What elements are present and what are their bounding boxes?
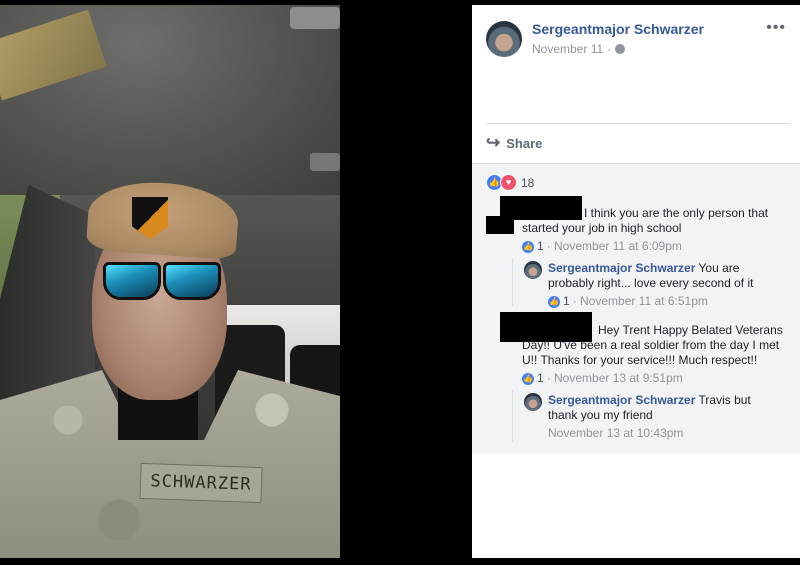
comment-text: I think you are the only person that sta… (522, 206, 769, 235)
comment-author[interactable]: Sergeantmajor Schwarzer (548, 393, 695, 407)
reaction-count: 18 (521, 175, 535, 190)
comment: I think you are the only person that sta… (522, 206, 792, 254)
rearview-mirror (290, 7, 340, 29)
post-photo[interactable]: SCHWARZER (0, 5, 340, 558)
post-date[interactable]: November 11 (532, 42, 603, 56)
love-reaction-icon: ♥ (500, 174, 517, 191)
right-lens (163, 262, 221, 300)
name-tape: SCHWARZER (139, 462, 263, 504)
like-icon: 👍 (522, 240, 534, 253)
comment-meta: 👍 1 · November 11 at 6:51pm (548, 294, 784, 309)
comment-text: Hey Trent Happy Belated Veterans Day!! U… (522, 323, 783, 367)
share-arrow-icon: ↪ (486, 133, 501, 152)
share-button[interactable]: ↪ Share (486, 133, 542, 153)
comment-meta: November 13 at 10:43pm (548, 426, 768, 441)
comments-section: 👍 ♥ 18 I think you are the only person t… (472, 163, 800, 454)
globe-icon[interactable] (615, 44, 626, 54)
more-options-icon[interactable]: ••• (766, 19, 786, 37)
post-panel: Sergeantmajor Schwarzer November 11 · ••… (472, 5, 800, 558)
left-lens (103, 262, 161, 300)
comment-timestamp[interactable]: · November 13 at 9:51pm (547, 371, 683, 386)
meta-separator: · (607, 42, 612, 56)
comment-timestamp[interactable]: November 13 at 10:43pm (548, 426, 683, 441)
like-count[interactable]: 1 (537, 239, 544, 254)
comment-timestamp[interactable]: · November 11 at 6:51pm (573, 294, 708, 309)
divider (486, 123, 790, 124)
reaction-summary[interactable]: 👍 ♥ 18 (486, 174, 534, 191)
redacted-avatar (486, 216, 514, 234)
reply-avatar[interactable] (524, 261, 542, 279)
comment-meta: 👍 1 · November 11 at 6:09pm (522, 239, 792, 254)
post-meta: November 11 · (532, 42, 626, 56)
comment: Hey Trent Happy Belated Veterans Day!! U… (522, 323, 792, 386)
like-icon: 👍 (522, 372, 534, 385)
reply-thread-line (512, 390, 513, 442)
share-label: Share (506, 135, 543, 151)
like-icon: 👍 (548, 295, 560, 308)
post-header: Sergeantmajor Schwarzer November 11 · ••… (472, 5, 800, 125)
comment-author[interactable]: Sergeantmajor Schwarzer (548, 261, 695, 275)
like-count[interactable]: 1 (563, 294, 570, 309)
reply-avatar[interactable] (524, 393, 542, 411)
ceiling-clip (310, 153, 340, 171)
reply-thread-line (512, 258, 513, 306)
reply-comment: Sergeantmajor Schwarzer You are probably… (548, 261, 784, 309)
comment-meta: 👍 1 · November 13 at 9:51pm (522, 371, 792, 386)
author-name[interactable]: Sergeantmajor Schwarzer (532, 21, 704, 37)
reply-comment: Sergeantmajor Schwarzer Travis but thank… (548, 393, 768, 441)
author-avatar[interactable] (486, 21, 522, 57)
comment-timestamp[interactable]: · November 11 at 6:09pm (547, 239, 682, 254)
sunglasses (103, 258, 221, 300)
like-count[interactable]: 1 (537, 371, 544, 386)
